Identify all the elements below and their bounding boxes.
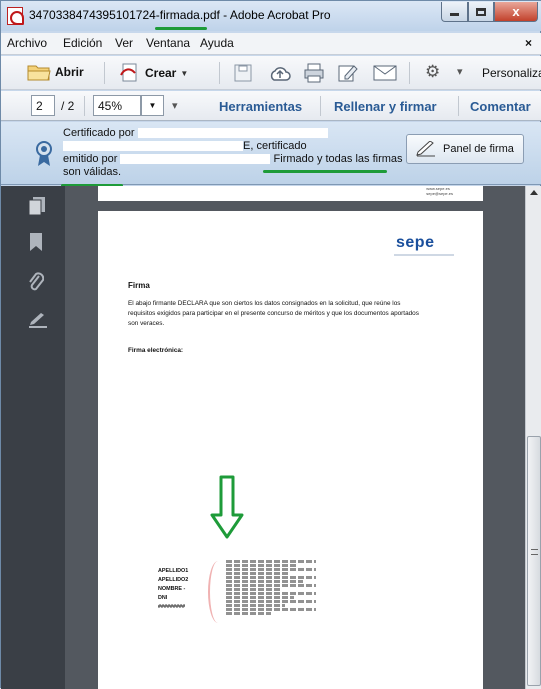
- gear-icon[interactable]: ⚙: [425, 62, 440, 82]
- print-icon[interactable]: [303, 63, 325, 83]
- navigation-toolbar: 2 / 2 45% ▼ ▾ Herramientas Rellenar y fi…: [1, 91, 541, 121]
- navigation-pane: [1, 186, 65, 689]
- create-icon: [120, 63, 137, 82]
- maximize-icon: [476, 7, 486, 16]
- chevron-down-icon: ▼: [180, 68, 189, 78]
- title-bar: 3470338474395101724-firmada.pdf - Adobe …: [1, 1, 541, 31]
- open-button[interactable]: Abrir: [27, 63, 84, 81]
- electronic-signature-label: Firma electrónica:: [128, 347, 184, 354]
- certified-suffix: E, certificado: [243, 140, 307, 152]
- redacted-text: [120, 154, 271, 165]
- minimize-icon: [450, 13, 459, 16]
- signer-field: APELLIDO1: [158, 568, 189, 574]
- signature-status-text: Firmado y todas las firmas: [273, 153, 403, 165]
- open-label: Abrir: [55, 65, 84, 79]
- menu-ayuda[interactable]: Ayuda: [200, 36, 234, 50]
- create-button[interactable]: Crear ▼: [119, 63, 188, 83]
- signature-line-4: son válidas.: [63, 166, 121, 178]
- signature-line-2: E, certificado: [63, 140, 307, 152]
- customize-button[interactable]: Personalizar: [482, 66, 541, 80]
- redacted-text: [63, 141, 243, 152]
- close-button[interactable]: x: [494, 2, 538, 22]
- save-icon[interactable]: [233, 64, 253, 82]
- fill-sign-button[interactable]: Rellenar y firmar: [334, 99, 437, 114]
- pen-icon: [416, 141, 435, 157]
- menu-edicion[interactable]: Edición: [63, 36, 102, 50]
- menu-ver[interactable]: Ver: [115, 36, 133, 50]
- signature-block: APELLIDO1 APELLIDO2 NOMBRE - DNI #######…: [158, 559, 348, 629]
- acrobat-window: 3470338474395101724-firmada.pdf - Adobe …: [0, 0, 541, 689]
- pages-icon[interactable]: [28, 196, 46, 216]
- page-number-input[interactable]: 2: [31, 95, 55, 116]
- signature-valid-text: son válidas.: [63, 166, 122, 178]
- bookmark-icon[interactable]: [28, 232, 44, 252]
- zoom-dropdown-button[interactable]: ▼: [141, 95, 164, 116]
- folder-icon: [27, 65, 51, 81]
- signature-line-3: emitido por Firmado y todas las firmas: [63, 153, 403, 165]
- vertical-scrollbar[interactable]: [525, 186, 541, 689]
- signature-panel-label: Panel de firma: [443, 143, 514, 155]
- page-1-footer: www.sepe.es sepe@sepe.es: [426, 186, 453, 196]
- create-label: Crear: [145, 66, 177, 80]
- doc-heading: Firma: [128, 281, 150, 290]
- edit-icon[interactable]: [337, 63, 359, 83]
- status-underline: [263, 170, 387, 173]
- ribbon-icon: [36, 141, 52, 166]
- main-toolbar: Abrir Crear ▼ ⚙ ▾ Personalizar: [1, 56, 541, 90]
- sepe-logo: sepe: [396, 234, 435, 251]
- signer-field: APELLIDO2: [158, 577, 189, 583]
- signature-line-1: Certificado por: [63, 127, 328, 139]
- document-viewport[interactable]: www.sepe.es sepe@sepe.es sepe Firma El a…: [65, 186, 525, 689]
- signer-field: DNI: [158, 595, 168, 601]
- page-2: sepe Firma El abajo firmante DECLARA que…: [98, 211, 483, 689]
- filename-underline: [155, 27, 207, 30]
- signature-icon[interactable]: [28, 312, 48, 328]
- tools-button[interactable]: Herramientas: [219, 99, 302, 114]
- down-arrow-annotation: [210, 475, 244, 539]
- doc-paragraph: El abajo firmante DECLARA que son cierto…: [128, 300, 419, 327]
- certified-by-label: Certificado por: [63, 127, 135, 139]
- zoom-input[interactable]: 45%: [93, 95, 141, 116]
- email-icon[interactable]: [373, 65, 397, 81]
- upload-icon[interactable]: [269, 64, 291, 82]
- signature-banner: Certificado por E, certificado emitido p…: [1, 122, 541, 185]
- issued-by-label: emitido por: [63, 153, 118, 165]
- signature-panel-button[interactable]: Panel de firma: [406, 134, 524, 164]
- scroll-up-icon[interactable]: [530, 190, 538, 195]
- logo-subtitle: [394, 254, 454, 256]
- footer-line: sepe@sepe.es: [426, 191, 453, 196]
- toolbar-overflow-icon[interactable]: ▾: [457, 65, 463, 78]
- window-title: 3470338474395101724-firmada.pdf - Adobe …: [29, 8, 331, 22]
- menu-ventana[interactable]: Ventana: [146, 36, 190, 50]
- signer-field: NOMBRE -: [158, 586, 186, 592]
- close-document-button[interactable]: ×: [525, 36, 532, 50]
- page-1: www.sepe.es sepe@sepe.es: [98, 186, 483, 201]
- scrollbar-grip: [531, 549, 538, 555]
- signature-mark: [208, 561, 228, 623]
- comment-button[interactable]: Comentar: [470, 99, 531, 114]
- maximize-button[interactable]: [468, 2, 494, 22]
- scrollbar-thumb[interactable]: [527, 436, 541, 686]
- menu-bar: Archivo Edición Ver Ventana Ayuda ×: [1, 33, 541, 55]
- minimize-button[interactable]: [441, 2, 468, 22]
- chevron-down-icon: ▼: [148, 101, 157, 110]
- pdf-icon: [7, 7, 24, 25]
- total-pages: / 2: [61, 99, 75, 113]
- menu-archivo[interactable]: Archivo: [7, 36, 47, 50]
- signer-field: #########: [158, 604, 185, 610]
- paperclip-icon[interactable]: [28, 272, 44, 294]
- redacted-text: [137, 128, 328, 139]
- signature-stamp-text: [226, 559, 316, 629]
- toolbar-overflow-icon[interactable]: ▾: [172, 99, 178, 112]
